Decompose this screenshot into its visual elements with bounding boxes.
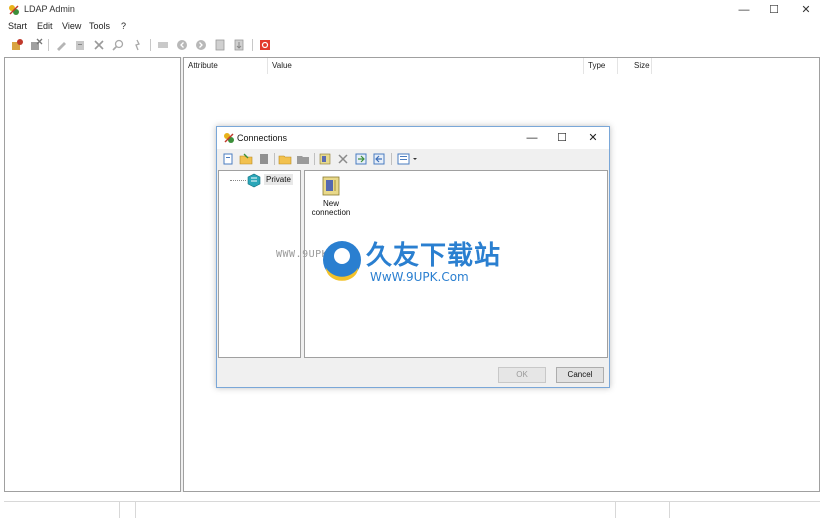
new-connection-label-line2: connection: [311, 208, 351, 217]
tree-node-private[interactable]: Private: [264, 174, 293, 185]
directory-tree-pane[interactable]: [4, 57, 181, 492]
column-header-attribute[interactable]: Attribute: [184, 58, 268, 74]
toolbar-separator: [274, 153, 275, 165]
dialog-close-button[interactable]: ✕: [578, 127, 608, 149]
ok-button[interactable]: OK: [498, 367, 546, 383]
disconnect-icon[interactable]: [29, 38, 43, 52]
status-cell: [4, 502, 120, 518]
menu-tools[interactable]: Tools: [89, 21, 110, 31]
status-cell: [136, 502, 616, 518]
menu-edit[interactable]: Edit: [37, 21, 53, 31]
watermark-chinese-text: 久友下载站: [366, 241, 502, 271]
maximize-button[interactable]: ☐: [758, 0, 790, 20]
new-connection-item[interactable]: New connection: [309, 175, 353, 217]
refresh-icon[interactable]: [130, 38, 144, 52]
new-connection-item-icon: [322, 176, 340, 196]
dialog-title: Connections: [237, 133, 288, 143]
connection-properties-icon[interactable]: [318, 152, 332, 166]
ldap-admin-app-icon: [9, 5, 19, 15]
menu-start[interactable]: Start: [8, 21, 27, 31]
window-title: LDAP Admin: [24, 4, 75, 14]
status-cell: [616, 502, 670, 518]
minimize-button[interactable]: —: [728, 0, 760, 20]
status-cell: [120, 502, 136, 518]
menu-help[interactable]: ?: [121, 21, 126, 31]
open-folder-icon[interactable]: [239, 152, 253, 166]
properties-icon[interactable]: [73, 38, 87, 52]
cancel-button[interactable]: Cancel: [556, 367, 604, 383]
column-header-size[interactable]: Size: [618, 58, 652, 74]
close-button[interactable]: ✕: [790, 0, 822, 20]
search-icon[interactable]: [111, 38, 125, 52]
import-icon[interactable]: [232, 38, 246, 52]
toolbar-separator: [150, 39, 151, 51]
column-header-value[interactable]: Value: [268, 58, 584, 74]
view-mode-dropdown-icon[interactable]: [397, 152, 421, 166]
toolbar-separator: [391, 153, 392, 165]
new-folder-icon[interactable]: [278, 152, 292, 166]
column-header-type[interactable]: Type: [584, 58, 618, 74]
connections-folder-tree[interactable]: Private: [218, 170, 301, 358]
dialog-title-bar: Connections — ☐ ✕: [217, 127, 609, 149]
folder-disabled-icon[interactable]: [296, 152, 310, 166]
forward-icon[interactable]: [194, 38, 208, 52]
watermark-url: WwW.9UPK.Com: [370, 270, 469, 284]
connections-icon: [224, 133, 234, 143]
connect-icon[interactable]: [10, 38, 24, 52]
new-connection-icon[interactable]: [221, 152, 235, 166]
dialog-minimize-button[interactable]: —: [517, 127, 547, 149]
delete-connection-icon[interactable]: [257, 152, 271, 166]
schema-icon[interactable]: [156, 38, 170, 52]
status-bar: [4, 501, 820, 518]
export-icon[interactable]: [213, 38, 227, 52]
new-connection-label-line1: New: [322, 199, 339, 208]
delete-icon[interactable]: [92, 38, 106, 52]
exit-icon[interactable]: [258, 38, 272, 52]
dialog-toolbar: [217, 149, 609, 169]
tree-connector: [230, 180, 246, 181]
toolbar-separator: [314, 153, 315, 165]
import-connection-icon[interactable]: [354, 152, 368, 166]
main-toolbar: [0, 35, 823, 55]
back-icon[interactable]: [175, 38, 189, 52]
private-folder-icon: [247, 173, 261, 188]
remove-icon[interactable]: [336, 152, 350, 166]
watermark-logo-icon: [323, 241, 361, 281]
ldap-admin-window: LDAP Admin — ☐ ✕ Start Edit View Tools ?: [0, 0, 823, 521]
title-bar: LDAP Admin — ☐ ✕: [0, 0, 823, 20]
menu-view[interactable]: View: [62, 21, 81, 31]
dialog-maximize-button[interactable]: ☐: [547, 127, 577, 149]
toolbar-separator: [48, 39, 49, 51]
export-connection-icon[interactable]: [372, 152, 386, 166]
menu-bar: Start Edit View Tools ?: [0, 20, 823, 34]
toolbar-separator: [252, 39, 253, 51]
edit-icon[interactable]: [54, 38, 68, 52]
